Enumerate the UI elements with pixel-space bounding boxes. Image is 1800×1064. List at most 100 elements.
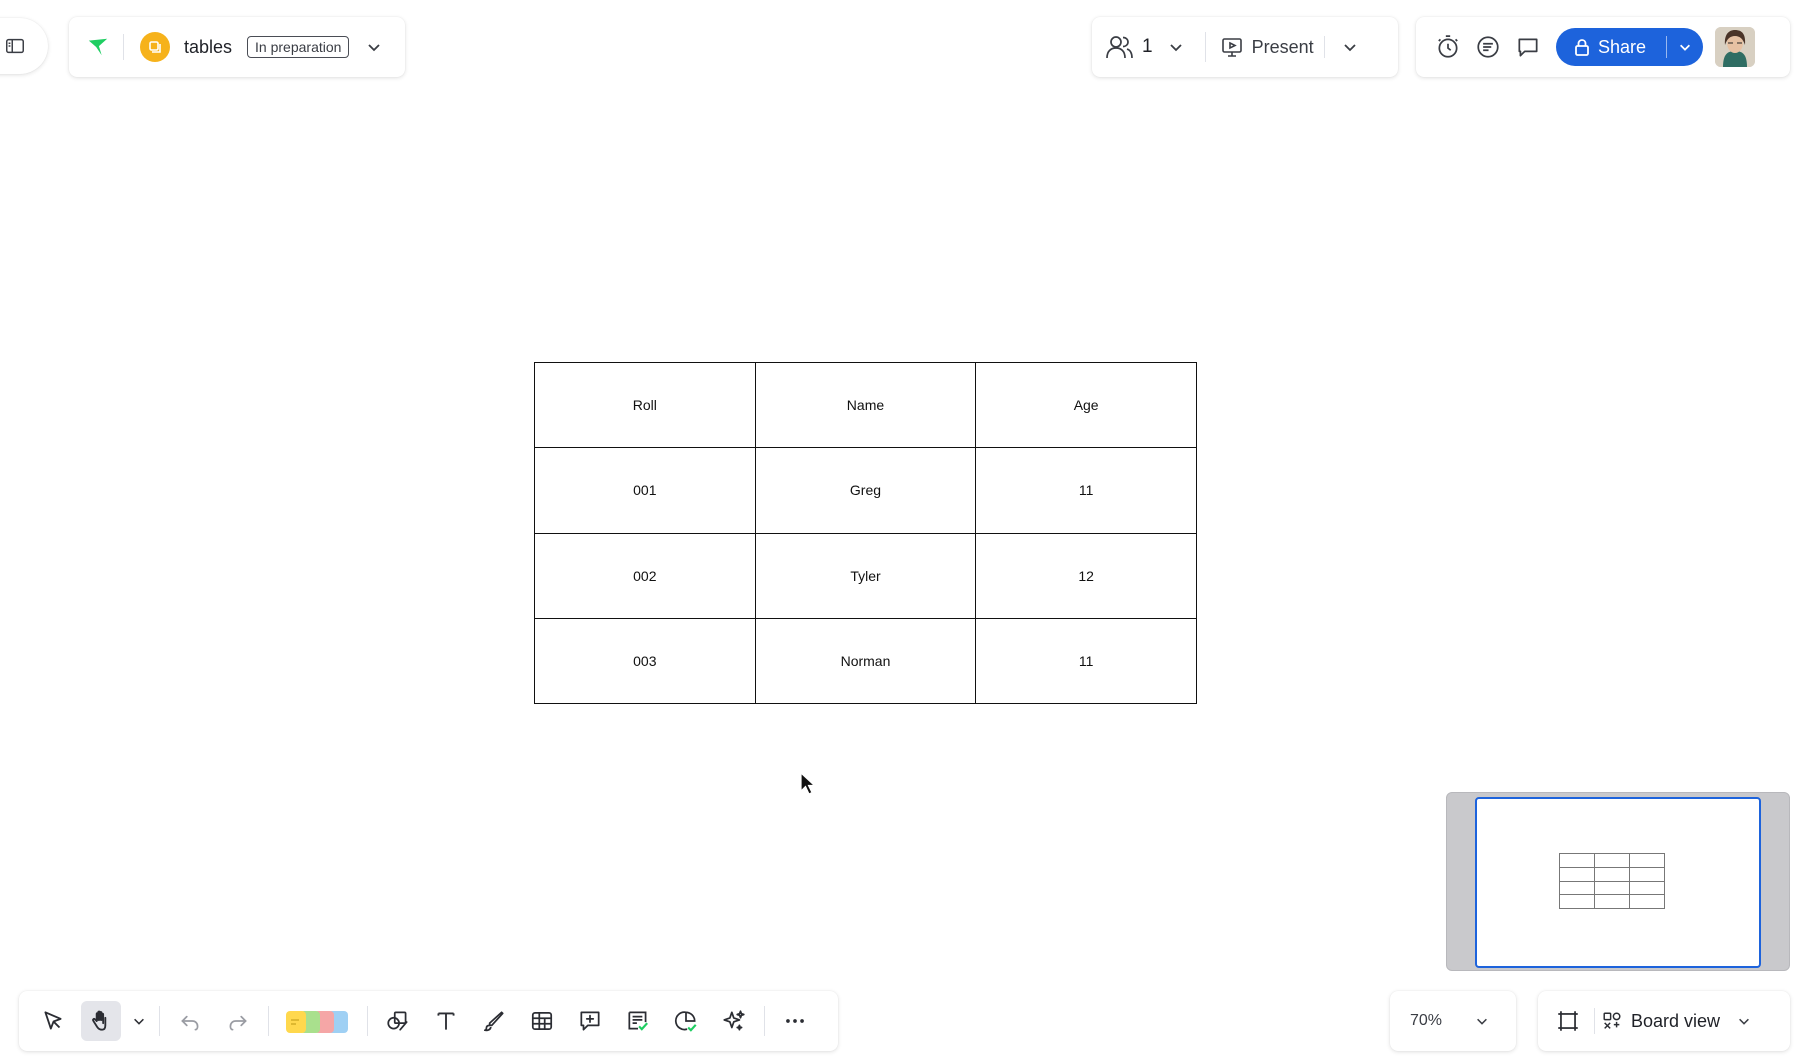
text-icon: [437, 1012, 455, 1030]
table-row: 003 Norman 11: [534, 617, 1197, 705]
minimap-table-preview: [1559, 853, 1665, 909]
board-table[interactable]: Roll Name Age 001 Greg 11 002 Tyler 12 0…: [534, 361, 1197, 705]
hand-tool-button[interactable]: [81, 1001, 121, 1041]
miro-logo[interactable]: [83, 32, 113, 62]
pen-tool-button[interactable]: [474, 1001, 514, 1041]
board-menu-button[interactable]: [359, 32, 389, 62]
table-cell[interactable]: Roll: [534, 361, 756, 449]
divider: [367, 1006, 368, 1036]
activity-button[interactable]: [1468, 27, 1508, 67]
zoom-control[interactable]: 70%: [1390, 991, 1516, 1051]
board-header: tables In preparation: [69, 17, 405, 77]
present-icon: [1221, 38, 1242, 57]
chevron-down-icon: [1680, 44, 1691, 51]
redo-button[interactable]: [218, 1001, 258, 1041]
comment-tool-button[interactable]: [570, 1001, 610, 1041]
zoom-dropdown[interactable]: [1468, 1001, 1496, 1041]
table-cell[interactable]: Age: [975, 361, 1197, 449]
timer-button[interactable]: [1428, 27, 1468, 67]
users-dropdown[interactable]: [1161, 32, 1191, 62]
present-button[interactable]: Present: [1220, 35, 1314, 59]
present-label: Present: [1251, 36, 1314, 57]
ai-tool-button[interactable]: [714, 1001, 754, 1041]
chevron-down-icon: [1169, 44, 1182, 52]
board-canvas[interactable]: tables In preparation 1 Present Share Ro…: [0, 0, 1800, 1064]
mouse-cursor-icon: [800, 772, 817, 795]
table-row: Roll Name Age: [534, 361, 1197, 449]
add-comment-icon: [580, 1011, 600, 1031]
users-count: 1: [1142, 36, 1153, 57]
users-button[interactable]: 1: [1106, 32, 1191, 62]
top-tools-bar: Share: [1416, 17, 1790, 77]
select-icon: [44, 1011, 62, 1030]
board-view-button[interactable]: Board view: [1601, 1010, 1720, 1032]
shapes-icon: [387, 1011, 408, 1031]
text-tool-button[interactable]: [426, 1001, 466, 1041]
frames-button[interactable]: [1548, 1001, 1588, 1041]
collaboration-bar: 1 Present: [1092, 17, 1398, 77]
present-dropdown[interactable]: [1335, 32, 1365, 62]
table-cell[interactable]: 11: [975, 447, 1197, 534]
frame-icon: [1558, 1011, 1578, 1031]
view-dropdown[interactable]: [1730, 1001, 1758, 1041]
comment-icon: [1518, 38, 1538, 57]
more-tools-button[interactable]: [775, 1001, 815, 1041]
divider: [1323, 36, 1325, 58]
table-cell[interactable]: Tyler: [754, 532, 977, 619]
sticky-notes-button[interactable]: [279, 1001, 357, 1041]
redo-icon: [229, 1015, 247, 1031]
table-cell[interactable]: 12: [975, 532, 1197, 619]
table-cell[interactable]: 11: [975, 617, 1197, 705]
ai-sparkle-icon: [723, 1010, 745, 1031]
undo-button[interactable]: [170, 1001, 210, 1041]
table-row: 002 Tyler 12: [534, 532, 1197, 619]
diagram-icon: [674, 1011, 697, 1032]
chevron-down-icon: [1477, 1018, 1487, 1025]
divider: [1204, 32, 1206, 62]
table-tool-button[interactable]: [522, 1001, 562, 1041]
select-tool-button[interactable]: [33, 1001, 73, 1041]
table-cell[interactable]: 002: [534, 532, 756, 619]
divider: [268, 1006, 269, 1036]
templates-tool-button[interactable]: [618, 1001, 658, 1041]
divider: [1594, 1008, 1595, 1034]
board-icon[interactable]: [140, 32, 170, 62]
diagram-tool-button[interactable]: [666, 1001, 706, 1041]
creation-toolbar: [19, 991, 838, 1051]
tool-options-dropdown[interactable]: [125, 1001, 153, 1041]
status-badge[interactable]: In preparation: [247, 36, 350, 58]
minimap-viewport[interactable]: [1475, 797, 1761, 968]
chevron-down-icon: [1343, 44, 1356, 52]
view-label: Board view: [1631, 1010, 1721, 1031]
board-name[interactable]: tables: [184, 37, 232, 58]
board-view-icon: [1603, 1012, 1621, 1029]
logo-icon: [88, 38, 108, 56]
table-cell[interactable]: Norman: [754, 617, 977, 705]
timer-icon: [1438, 35, 1458, 58]
table-cell[interactable]: 003: [534, 617, 756, 705]
share-label: Share: [1598, 36, 1647, 57]
share-dropdown[interactable]: [1667, 40, 1703, 54]
minimap[interactable]: [1446, 792, 1790, 971]
avatar-image-icon: [1715, 27, 1756, 67]
activity-list-icon: [1477, 36, 1499, 58]
lock-icon: [1575, 39, 1589, 56]
comments-button[interactable]: [1508, 27, 1548, 67]
divider: [159, 1006, 160, 1036]
table-cell[interactable]: Name: [754, 361, 977, 449]
user-avatar[interactable]: [1715, 27, 1756, 67]
chevron-down-icon: [134, 1018, 144, 1025]
zoom-level[interactable]: 70%: [1410, 1012, 1442, 1030]
table-cell[interactable]: 001: [534, 447, 756, 534]
sidebar-toggle-button[interactable]: [0, 18, 48, 74]
share-button[interactable]: Share: [1556, 28, 1704, 66]
table-icon: [531, 1012, 553, 1030]
more-icon: [786, 1019, 804, 1023]
users-icon: [1106, 36, 1133, 59]
sticky-notes-icon: [286, 1011, 348, 1033]
sidebar-icon: [6, 38, 24, 54]
divider: [764, 1006, 765, 1036]
shapes-tool-button[interactable]: [378, 1001, 418, 1041]
table-cell[interactable]: Greg: [754, 447, 977, 534]
chevron-down-icon: [1739, 1018, 1749, 1025]
